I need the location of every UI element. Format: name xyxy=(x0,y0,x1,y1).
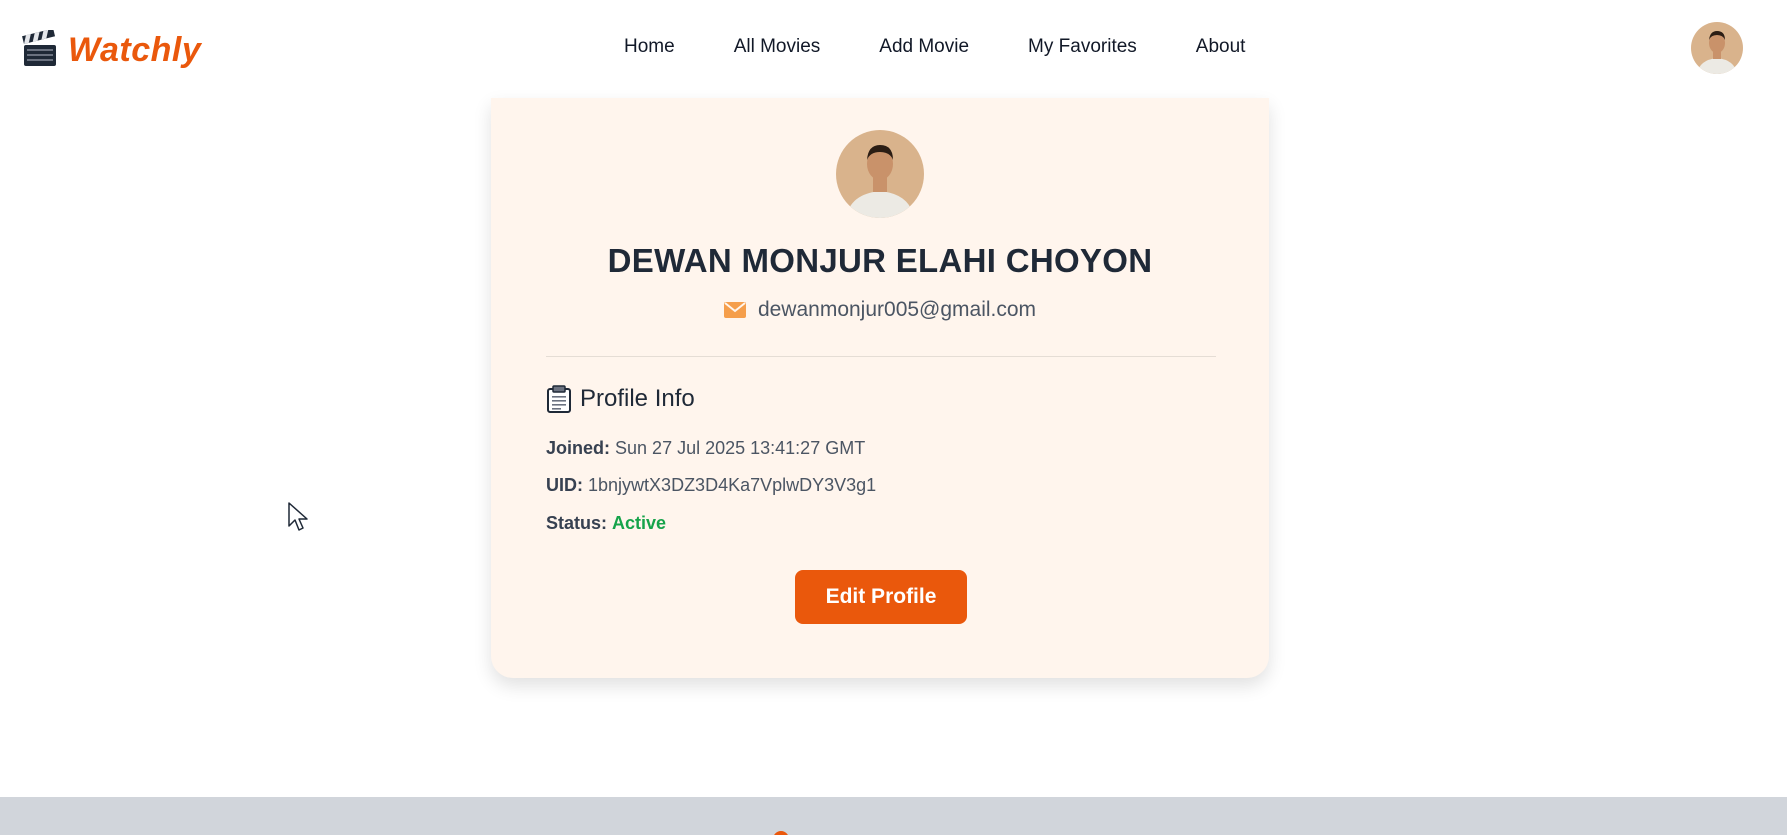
profile-avatar xyxy=(836,130,924,218)
nav-my-favorites[interactable]: My Favorites xyxy=(1028,36,1137,58)
nav-home[interactable]: Home xyxy=(624,36,675,58)
user-avatar[interactable] xyxy=(1691,22,1743,74)
profile-card: DEWAN MONJUR ELAHI CHOYON dewanmonjur005… xyxy=(491,98,1269,678)
divider xyxy=(546,356,1216,357)
main-nav: Home All Movies Add Movie My Favorites A… xyxy=(624,36,1245,58)
uid-row: UID: 1bnjywtX3DZ3D4Ka7VplwDY3V3g1 xyxy=(546,475,876,496)
profile-info-heading: Profile Info xyxy=(546,385,695,413)
footer-logo-icon xyxy=(773,831,789,835)
footer xyxy=(0,797,1787,835)
joined-label: Joined: xyxy=(546,438,611,458)
avatar-photo xyxy=(1691,22,1743,74)
navbar: Watchly Home All Movies Add Movie My Fav… xyxy=(0,0,1787,100)
email-row: dewanmonjur005@gmail.com xyxy=(491,298,1269,322)
uid-label: UID: xyxy=(546,475,583,495)
joined-row: Joined: Sun 27 Jul 2025 13:41:27 GMT xyxy=(546,438,865,459)
section-title: Profile Info xyxy=(580,385,695,412)
status-badge: Active xyxy=(612,513,667,533)
edit-profile-button[interactable]: Edit Profile xyxy=(795,570,967,624)
status-row: Status: Active xyxy=(546,513,666,534)
brand-name: Watchly xyxy=(68,30,202,69)
joined-value: Sun 27 Jul 2025 13:41:27 GMT xyxy=(615,438,866,458)
envelope-icon xyxy=(723,302,746,318)
clipboard-icon xyxy=(547,385,571,413)
uid-value: 1bnjywtX3DZ3D4Ka7VplwDY3V3g1 xyxy=(588,475,877,495)
nav-about[interactable]: About xyxy=(1196,36,1246,58)
status-label: Status: xyxy=(546,513,608,533)
avatar-photo xyxy=(836,130,924,218)
brand-logo[interactable]: Watchly xyxy=(20,30,201,70)
nav-add-movie[interactable]: Add Movie xyxy=(879,36,969,58)
profile-email: dewanmonjur005@gmail.com xyxy=(757,298,1037,321)
clapperboard-icon xyxy=(22,30,56,66)
profile-name: DEWAN MONJUR ELAHI CHOYON xyxy=(607,242,1153,279)
nav-all-movies[interactable]: All Movies xyxy=(734,36,821,58)
mouse-cursor-icon xyxy=(288,502,308,531)
